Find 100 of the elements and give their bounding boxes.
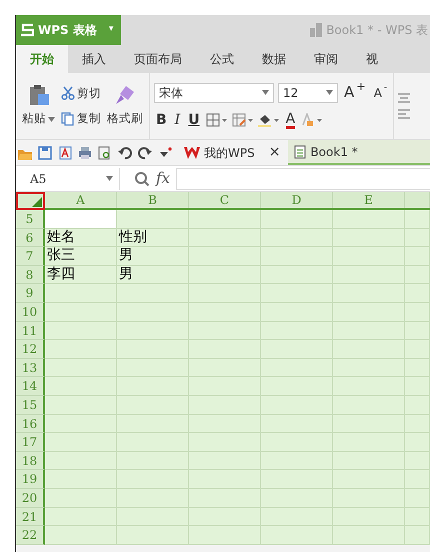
table-cell[interactable] xyxy=(189,358,261,378)
copy-button[interactable]: 复制 xyxy=(59,110,103,128)
table-cell[interactable]: 李四 xyxy=(45,266,117,284)
table-cell[interactable] xyxy=(117,340,189,359)
table-cell[interactable] xyxy=(45,488,117,508)
printer-icon[interactable] xyxy=(78,146,92,160)
table-cell[interactable] xyxy=(333,358,405,378)
table-cell[interactable] xyxy=(333,470,405,489)
table-cell[interactable] xyxy=(189,414,261,434)
borders-icon[interactable] xyxy=(206,113,228,128)
table-cell[interactable] xyxy=(117,488,189,508)
table-cell[interactable] xyxy=(261,433,333,452)
table-cell[interactable] xyxy=(117,433,189,452)
table-cell[interactable] xyxy=(117,396,189,415)
table-cell[interactable]: 姓名 xyxy=(45,228,117,248)
table-cell[interactable] xyxy=(405,377,430,396)
table-cell[interactable] xyxy=(261,396,333,415)
table-cell[interactable] xyxy=(333,284,405,303)
underline-button[interactable]: U xyxy=(186,110,202,131)
table-cell[interactable] xyxy=(45,508,117,526)
table-cell[interactable] xyxy=(405,526,430,545)
table-cell[interactable] xyxy=(189,488,261,508)
table-cell[interactable] xyxy=(405,488,430,508)
table-cell[interactable] xyxy=(117,302,189,322)
table-cell[interactable] xyxy=(405,433,430,452)
table-cell[interactable] xyxy=(405,228,430,248)
table-cell[interactable] xyxy=(117,210,189,229)
table-cell[interactable] xyxy=(117,526,189,545)
table-cell[interactable] xyxy=(261,470,333,489)
table-cell[interactable] xyxy=(45,322,117,340)
name-box[interactable]: A5 xyxy=(16,168,120,190)
table-cell[interactable] xyxy=(333,266,405,284)
table-cell[interactable] xyxy=(405,284,430,303)
table-cell[interactable] xyxy=(333,488,405,508)
table-cell[interactable] xyxy=(261,508,333,526)
table-cell[interactable] xyxy=(45,470,117,489)
table-cell[interactable] xyxy=(405,414,430,434)
cut-button[interactable]: 剪切 xyxy=(59,84,103,102)
table-cell[interactable] xyxy=(261,452,333,470)
table-cell[interactable] xyxy=(189,433,261,452)
table-cell[interactable] xyxy=(117,284,189,303)
table-cell[interactable] xyxy=(405,396,430,415)
table-cell[interactable] xyxy=(261,377,333,396)
table-cell[interactable] xyxy=(189,508,261,526)
table-cell[interactable] xyxy=(405,266,430,284)
table-cell[interactable] xyxy=(45,414,117,434)
align-left-icon[interactable] xyxy=(398,109,412,119)
table-cell[interactable] xyxy=(261,414,333,434)
table-cell[interactable] xyxy=(189,266,261,284)
table-cell[interactable] xyxy=(261,322,333,340)
table-cell[interactable] xyxy=(189,377,261,396)
ribbon-tab[interactable]: 公式 xyxy=(196,45,248,73)
table-cell[interactable] xyxy=(405,210,430,229)
table-cell[interactable] xyxy=(333,508,405,526)
pdf-icon[interactable] xyxy=(58,146,72,160)
table-cell[interactable] xyxy=(261,266,333,284)
table-cell[interactable] xyxy=(117,470,189,489)
zoom-icon[interactable] xyxy=(134,170,150,186)
ribbon-tab[interactable]: 审阅 xyxy=(300,45,352,73)
table-cell[interactable] xyxy=(261,302,333,322)
formula-input[interactable] xyxy=(176,168,430,190)
bold-button[interactable]: B xyxy=(154,110,169,131)
increase-font-button[interactable]: A$^{+}$ xyxy=(342,81,368,104)
table-cell[interactable]: 男 xyxy=(117,247,189,266)
table-cell[interactable] xyxy=(333,526,405,545)
function-button[interactable]: fx xyxy=(150,167,176,190)
table-cell[interactable] xyxy=(117,377,189,396)
table-cell[interactable] xyxy=(189,470,261,489)
table-cell[interactable] xyxy=(189,228,261,248)
table-cell[interactable] xyxy=(45,433,117,452)
document-tab[interactable]: 我的WPS xyxy=(178,140,261,165)
font-color-button[interactable]: A xyxy=(284,112,298,129)
format-painter-button[interactable]: 格式刷 xyxy=(105,110,145,128)
table-cell[interactable] xyxy=(261,210,333,229)
table-cell[interactable] xyxy=(189,284,261,303)
select-all-button[interactable] xyxy=(16,192,45,210)
table-cell[interactable] xyxy=(45,302,117,322)
ribbon-tab[interactable]: 开始 xyxy=(16,45,68,73)
undo-icon[interactable] xyxy=(118,146,132,160)
table-cell[interactable] xyxy=(261,228,333,248)
table-cell[interactable] xyxy=(333,210,405,229)
table-cell[interactable] xyxy=(333,452,405,470)
table-cell[interactable] xyxy=(261,340,333,359)
redo-icon[interactable] xyxy=(138,146,152,160)
ribbon-tab[interactable]: 插入 xyxy=(68,45,120,73)
table-cell[interactable] xyxy=(333,377,405,396)
table-cell[interactable] xyxy=(333,322,405,340)
document-tab[interactable]: Book1 * xyxy=(288,140,430,165)
table-cell[interactable] xyxy=(45,526,117,545)
table-cell[interactable] xyxy=(333,414,405,434)
table-cell[interactable] xyxy=(45,210,117,229)
table-cell[interactable]: 性别 xyxy=(117,228,189,248)
table-cell[interactable] xyxy=(405,508,430,526)
table-cell[interactable] xyxy=(189,247,261,266)
table-cell[interactable] xyxy=(189,322,261,340)
table-cell[interactable] xyxy=(45,377,117,396)
table-cell[interactable] xyxy=(405,470,430,489)
table-cell[interactable] xyxy=(117,358,189,378)
table-cell[interactable] xyxy=(261,247,333,266)
table-cell[interactable] xyxy=(405,322,430,340)
